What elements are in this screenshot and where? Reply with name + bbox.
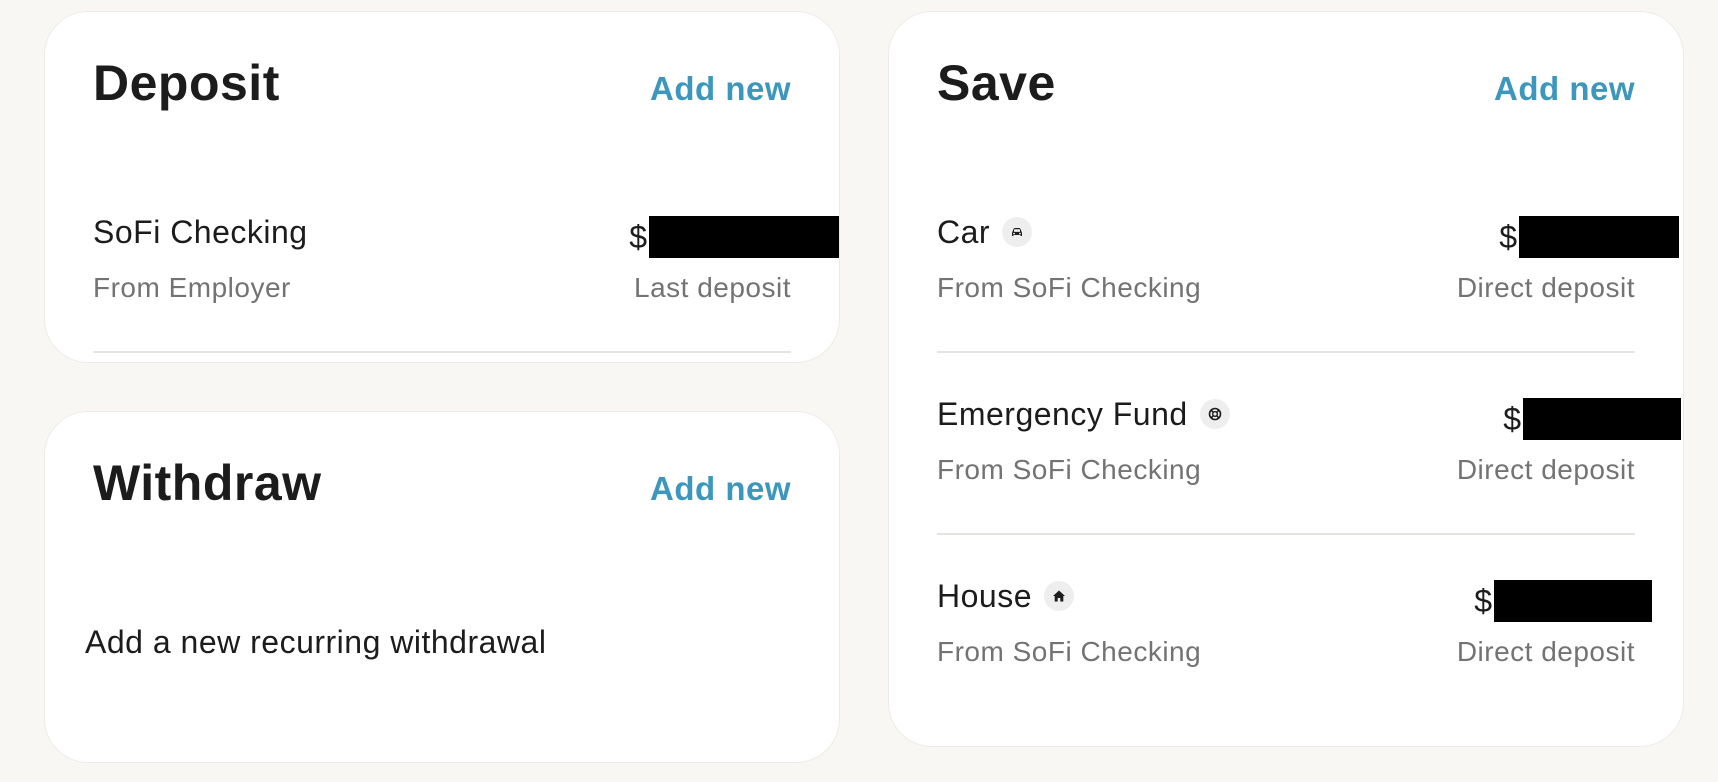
save-item-amount: $ [1474,580,1652,622]
amount-currency: $ [1503,401,1521,437]
deposit-item-name: SoFi Checking [93,216,308,248]
amount-currency: $ [629,219,647,255]
deposit-card: Deposit Add new SoFi Checking $ From Emp… [44,11,840,363]
save-item-name-label: Emergency Fund [937,396,1188,432]
save-item-house[interactable]: House $ From SoFi Checking Direct deposi… [937,580,1652,700]
save-card: Save Add new Car $ From SoFi Checking Di… [888,11,1684,747]
save-item-source: From SoFi Checking [937,272,1202,303]
deposit-title: Deposit [93,55,280,111]
save-item-meta: Direct deposit [1456,636,1635,667]
save-item-amount: $ [1499,216,1679,258]
deposit-item-source: From Employer [93,272,291,303]
deposit-item-amount: $ [629,216,839,258]
divider [937,533,1635,535]
lifebuoy-icon [1199,399,1230,429]
withdraw-add-new-link[interactable]: Add new [650,472,791,505]
save-item-meta: Direct deposit [1456,454,1635,485]
redacted-amount [649,216,839,258]
divider [937,351,1635,353]
withdraw-card: Withdraw Add new Add a new recurring wit… [44,411,840,763]
save-item-emergency-fund[interactable]: Emergency Fund $ From SoFi Checking Dire… [937,398,1681,518]
deposit-item-meta: Last deposit [634,272,791,303]
deposit-item-name-label: SoFi Checking [93,214,308,250]
save-item-name: House [937,580,1074,612]
withdraw-title: Withdraw [93,455,322,511]
save-item-source: From SoFi Checking [937,636,1202,667]
redacted-amount [1494,580,1652,622]
save-item-meta: Direct deposit [1456,272,1635,303]
save-item-source: From SoFi Checking [937,454,1202,485]
deposit-add-new-link[interactable]: Add new [650,72,791,105]
amount-currency: $ [1474,583,1492,619]
save-item-car[interactable]: Car $ From SoFi Checking Direct deposit [937,214,1679,336]
save-title: Save [937,55,1056,111]
add-recurring-withdrawal-prompt[interactable]: Add a new recurring withdrawal [85,626,546,658]
save-add-new-link[interactable]: Add new [1494,72,1635,105]
redacted-amount [1519,216,1679,258]
deposit-item-sofi-checking[interactable]: SoFi Checking $ From Employer Last depos… [93,216,839,336]
save-item-name: Emergency Fund [937,398,1230,430]
save-item-name-label: Car [937,214,991,250]
amount-currency: $ [1499,219,1517,255]
save-item-amount: $ [1503,398,1681,440]
car-icon [1002,217,1033,247]
save-item-name-label: House [937,578,1032,614]
save-item-name: Car [937,214,1033,250]
redacted-amount [1523,398,1681,440]
divider [93,351,791,353]
house-icon [1044,581,1074,611]
